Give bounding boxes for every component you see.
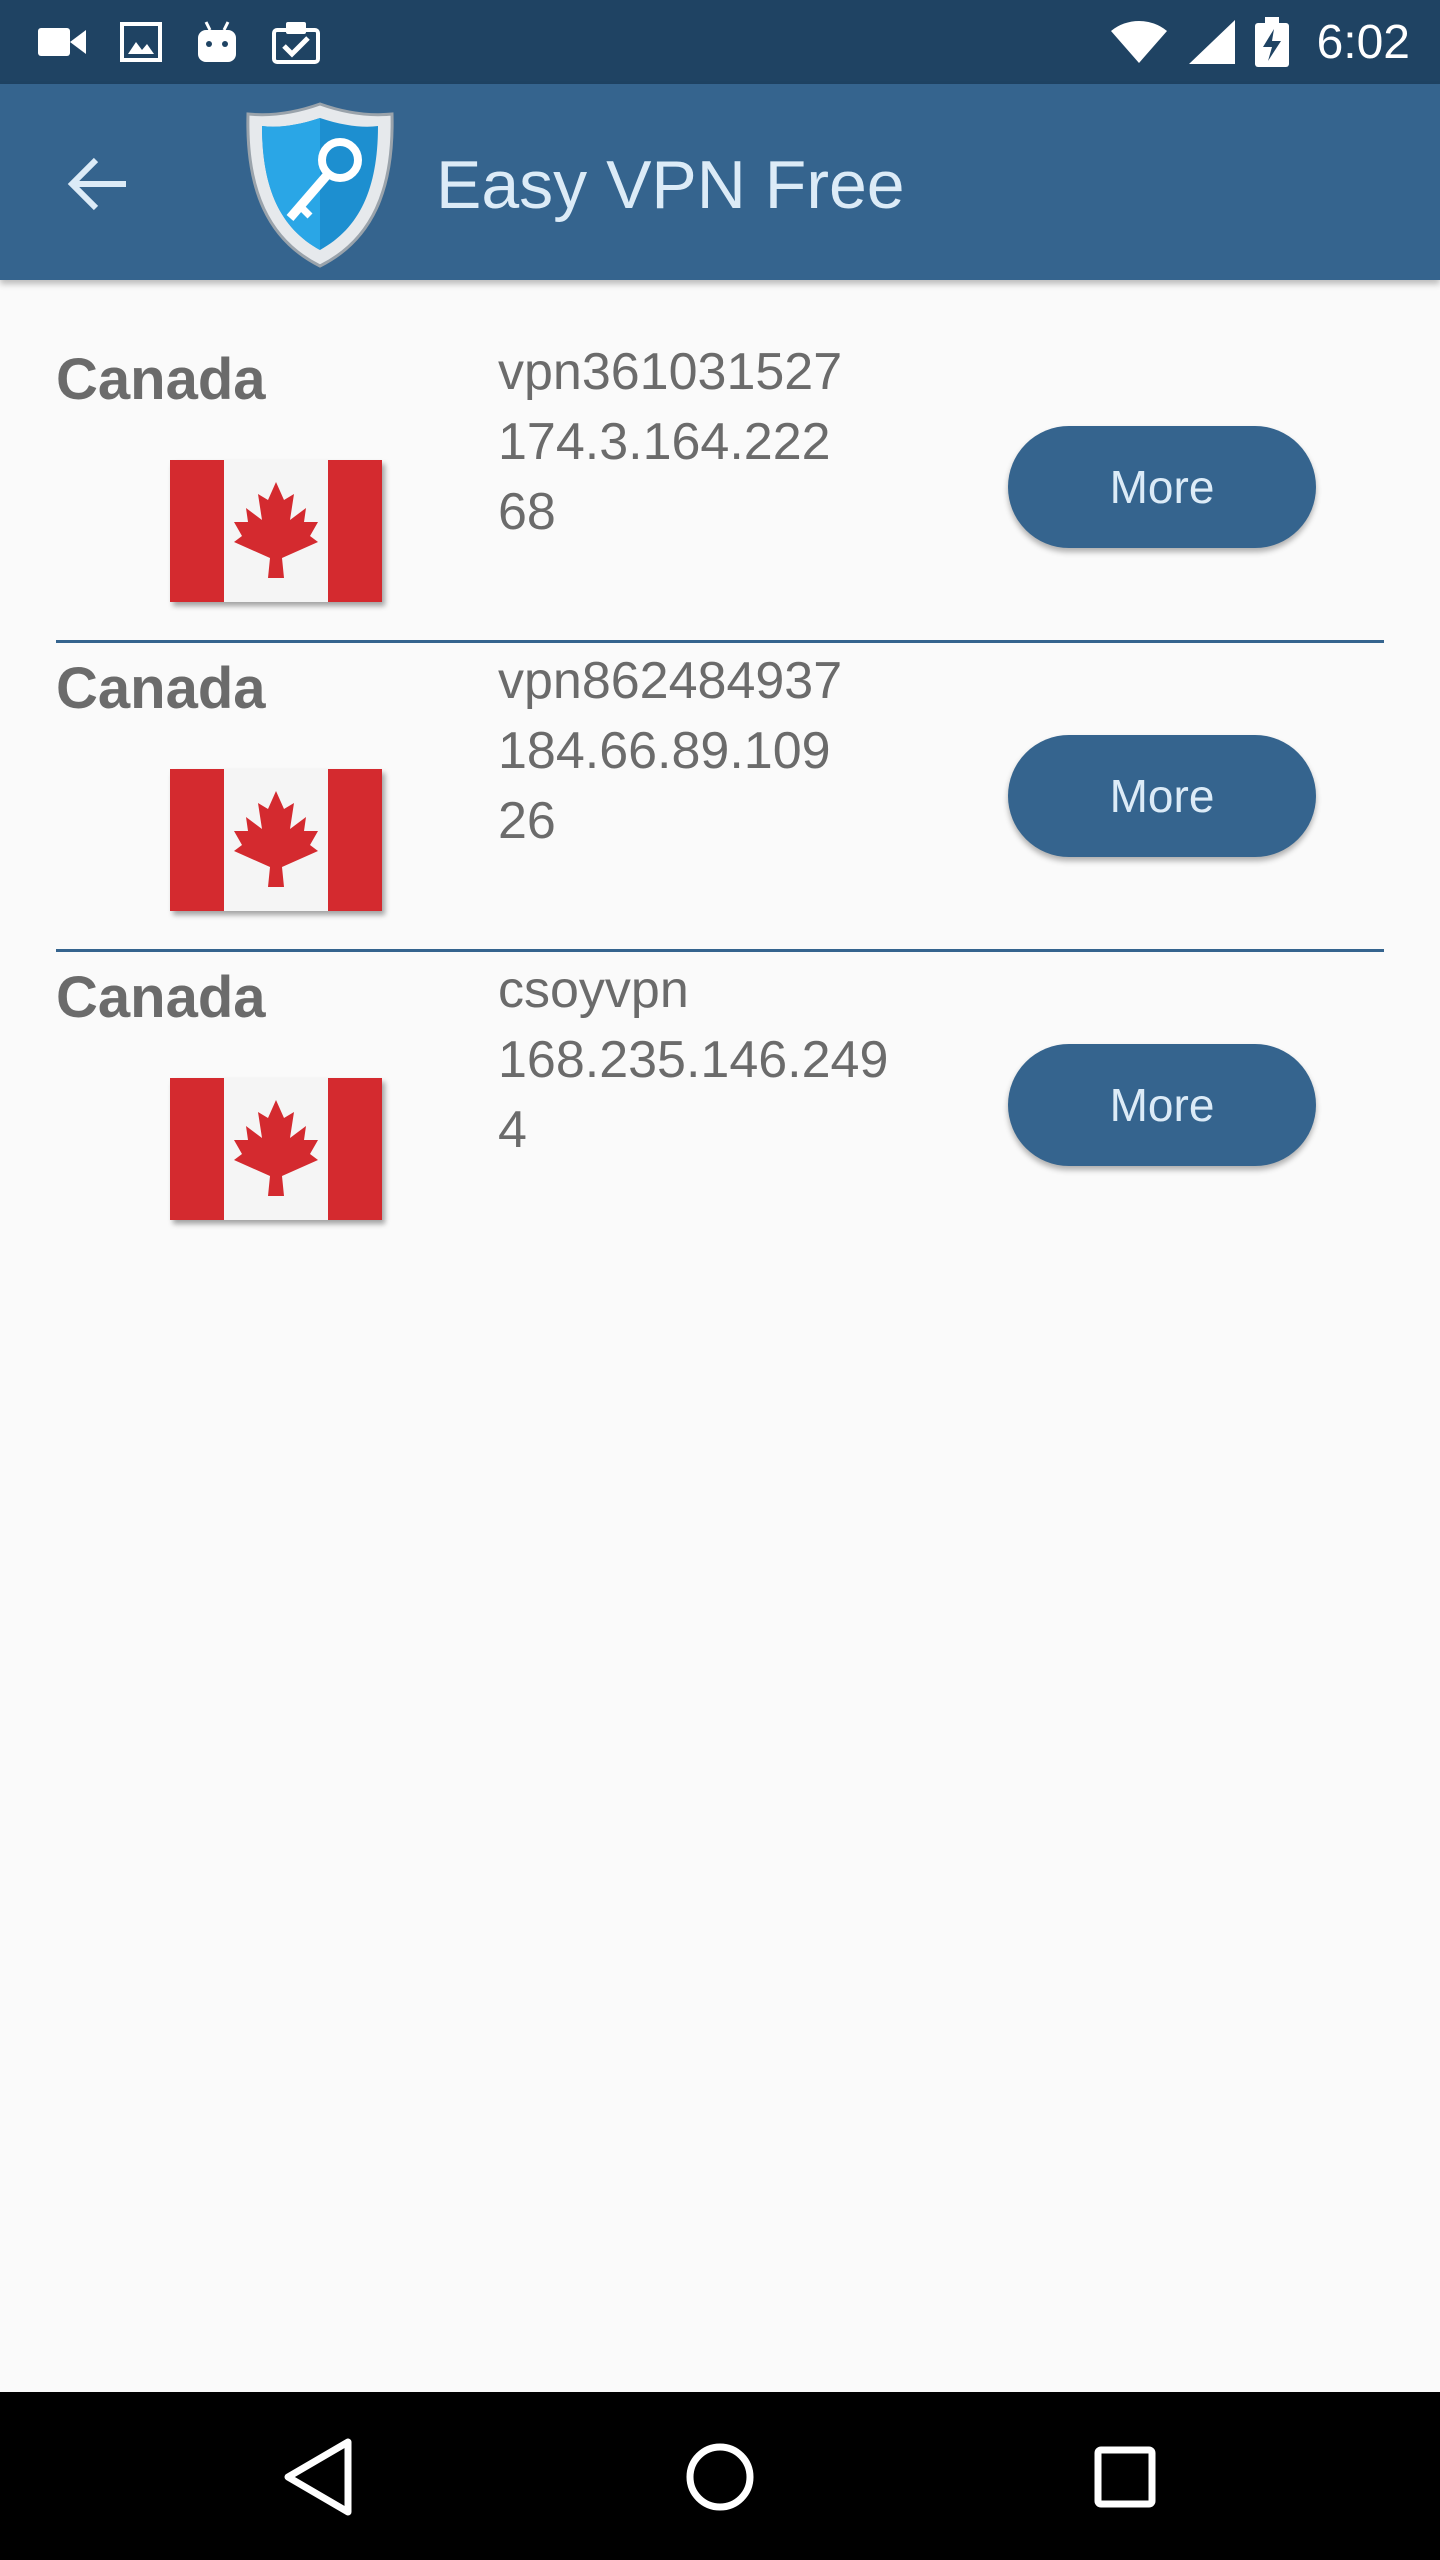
- android-icon: [198, 21, 236, 62]
- status-time: 6:02: [1316, 15, 1410, 69]
- server-row: Canada vpn361031527 174.3.164.222 68 Mor…: [0, 280, 1440, 602]
- server-row: Canada csoyvpn 168.235.146.249 4 More: [0, 898, 1440, 1220]
- server-ip: 174.3.164.222: [498, 413, 831, 471]
- server-country: Canada: [56, 965, 266, 1030]
- shield-key-icon: [246, 102, 394, 268]
- nav-bar: [0, 2392, 1440, 2560]
- server-value: 4: [498, 1101, 527, 1159]
- more-button[interactable]: More: [1008, 426, 1316, 548]
- server-host: csoyvpn: [498, 961, 689, 1019]
- back-triangle-icon[interactable]: [272, 2432, 362, 2522]
- server-country: Canada: [56, 656, 266, 721]
- canada-flag-icon: [170, 460, 382, 602]
- recents-square-icon[interactable]: [1080, 2432, 1170, 2522]
- more-button[interactable]: More: [1008, 1044, 1316, 1166]
- server-ip: 168.235.146.249: [498, 1031, 889, 1089]
- image-icon: [120, 22, 162, 62]
- server-host: vpn361031527: [498, 343, 843, 401]
- notification-icons: [0, 20, 320, 64]
- wifi-icon: [1110, 20, 1167, 64]
- system-icons: 6:02: [1109, 15, 1440, 70]
- more-button[interactable]: More: [1008, 735, 1316, 857]
- server-value: 68: [498, 483, 556, 541]
- cell-signal-icon: [1188, 20, 1235, 64]
- back-button[interactable]: [56, 142, 140, 226]
- canada-flag-icon: [170, 1078, 382, 1220]
- app-title: Easy VPN Free: [436, 147, 905, 223]
- clipboard-check-icon: [272, 22, 320, 64]
- server-row: Canada vpn862484937 184.66.89.109 26 Mor…: [0, 589, 1440, 911]
- server-country: Canada: [56, 347, 266, 412]
- server-host: vpn862484937: [498, 652, 843, 710]
- status-bar: 6:02: [0, 0, 1440, 84]
- server-ip: 184.66.89.109: [498, 722, 831, 780]
- video-camera-icon: [38, 28, 86, 56]
- arrow-left-icon: [67, 157, 126, 211]
- canada-flag-icon: [170, 769, 382, 911]
- home-circle-icon[interactable]: [675, 2432, 765, 2522]
- app-bar: Easy VPN Free: [0, 84, 1440, 280]
- battery-charging-icon: [1254, 17, 1289, 67]
- server-value: 26: [498, 792, 556, 850]
